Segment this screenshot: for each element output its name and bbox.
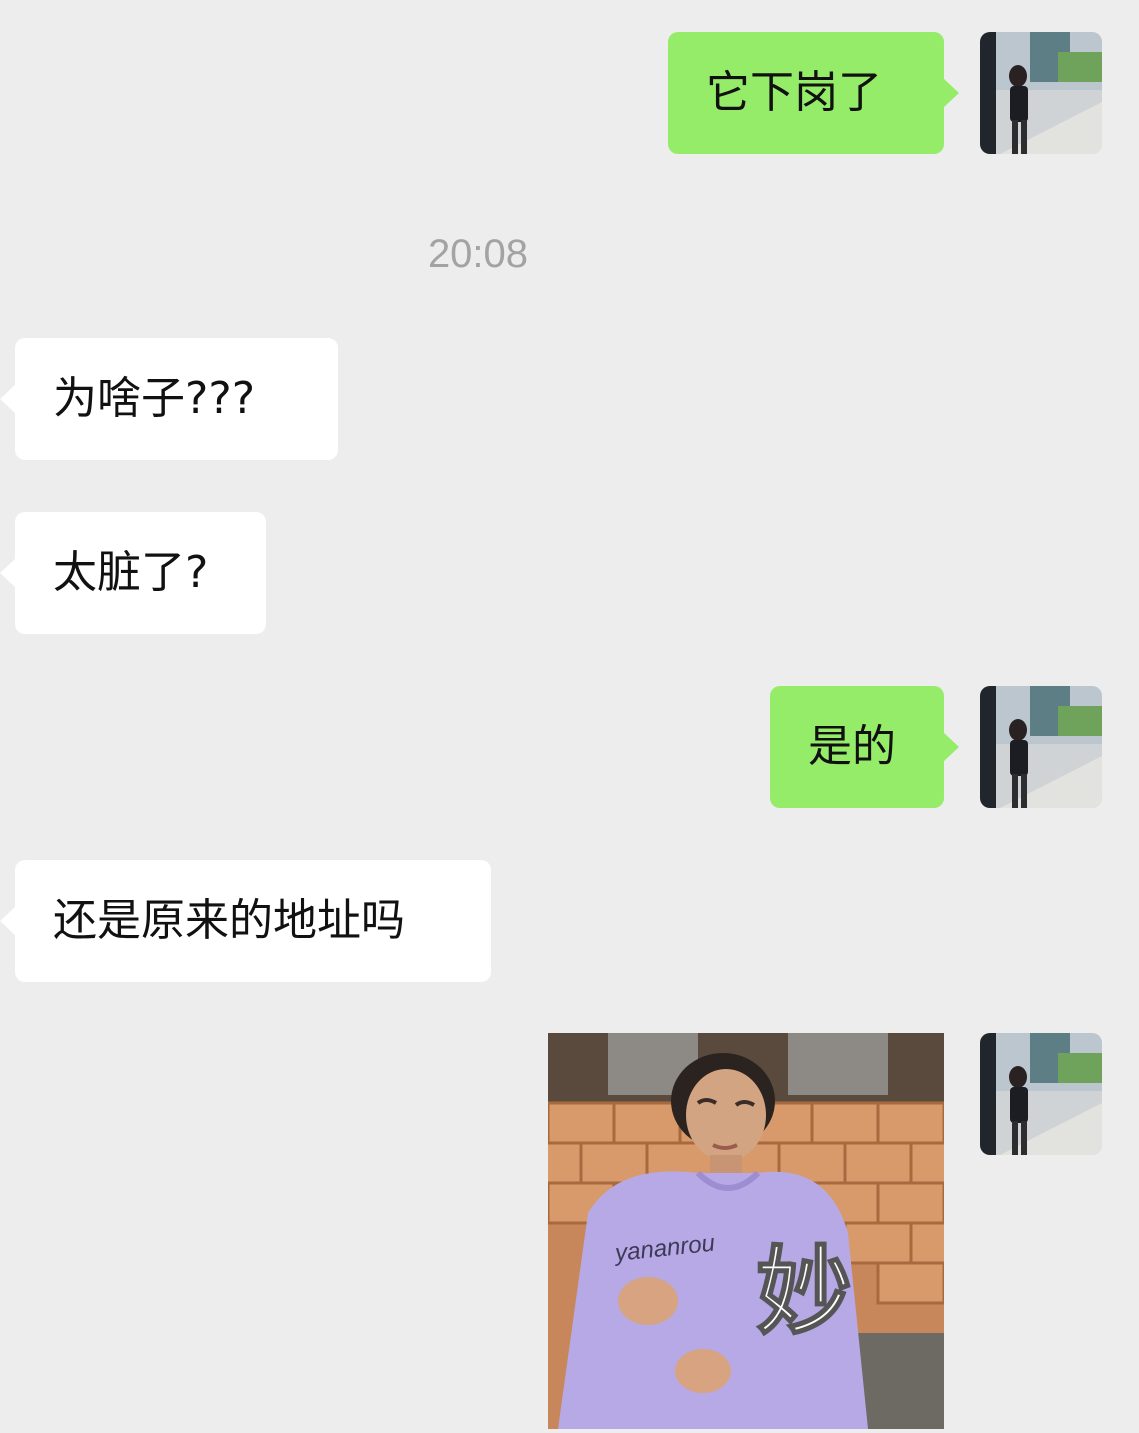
avatar[interactable] bbox=[980, 686, 1102, 808]
message-bubble-outgoing[interactable]: 它下岗了 bbox=[668, 32, 959, 154]
message-text: 为啥子??? bbox=[53, 373, 256, 424]
avatar-photo-icon bbox=[980, 686, 1102, 808]
avatar[interactable] bbox=[980, 1033, 1102, 1155]
message-text: 是的 bbox=[808, 721, 896, 772]
sticker-caption: 妙 bbox=[756, 1236, 852, 1348]
message-bubble-incoming[interactable]: 还是原来的地址吗 bbox=[0, 860, 491, 982]
message-bubble-incoming[interactable]: 太脏了? bbox=[0, 512, 266, 634]
sticker-message[interactable]: yananrou 妙 bbox=[548, 1033, 944, 1429]
avatar-photo-icon bbox=[980, 32, 1102, 154]
avatar[interactable] bbox=[980, 32, 1102, 154]
chat-window: 它下岗了 20:08 为啥子??? 太脏了? 是的 还是原来的地址吗 yanan… bbox=[0, 0, 1139, 1433]
message-bubble-outgoing[interactable]: 是的 bbox=[770, 686, 959, 808]
message-text: 还是原来的地址吗 bbox=[53, 895, 405, 946]
message-timestamp: 20:08 bbox=[427, 232, 529, 276]
message-text: 它下岗了 bbox=[706, 67, 882, 118]
message-text: 太脏了? bbox=[53, 547, 209, 598]
message-bubble-incoming[interactable]: 为啥子??? bbox=[0, 338, 338, 460]
meme-sticker-image: yananrou 妙 bbox=[548, 1033, 944, 1429]
avatar-photo-icon bbox=[980, 1033, 1102, 1155]
